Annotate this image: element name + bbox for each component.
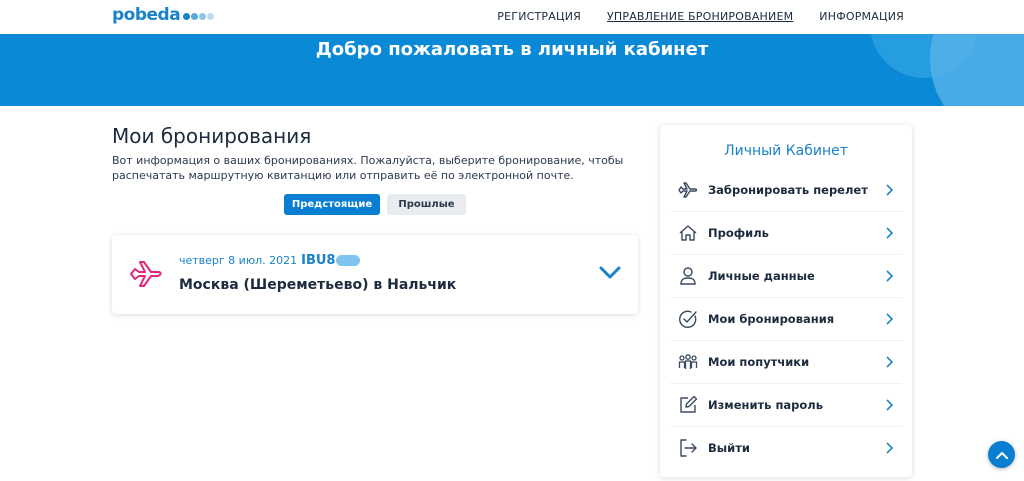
sidebar-item-label: Мои попутчики: [708, 355, 810, 369]
edit-icon: [680, 395, 698, 413]
page-title: Мои бронирования: [112, 124, 312, 148]
user-icon: [680, 267, 696, 285]
booking-code: IBU8: [301, 253, 336, 268]
booking-date: четверг 8 июл. 2021: [179, 254, 298, 267]
home-icon: [679, 225, 697, 241]
page-description: Вот информация о ваших бронированиях. По…: [112, 154, 624, 182]
sidebar-item-profile[interactable]: Профиль: [670, 211, 902, 254]
nav-registration-link[interactable]: РЕГИСТРАЦИЯ: [497, 10, 581, 23]
booking-card[interactable]: четверг 8 июл. 2021 IBU8 Москва (Шеремет…: [112, 235, 638, 314]
sidebar-item-label: Выйти: [708, 441, 750, 455]
welcome-banner: Добро пожаловать в личный кабинет: [0, 34, 1024, 106]
logo-text: pobeda: [112, 5, 181, 25]
group-icon: [678, 354, 698, 369]
tab-past-button[interactable]: Прошлые: [387, 194, 466, 215]
booking-route: Москва (Шереметьево) в Нальчик: [179, 277, 457, 293]
chevron-right-icon: [886, 270, 894, 282]
sidebar-item-my-bookings[interactable]: Мои бронирования: [670, 297, 902, 340]
sidebar-item-book-flight[interactable]: Забронировать перелет: [670, 168, 902, 211]
chevron-right-icon: [886, 399, 894, 411]
nav-manage-booking-link[interactable]: УПРАВЛЕНИЕ БРОНИРОВАНИЕМ: [607, 10, 793, 23]
logo-dots-icon: [182, 13, 215, 20]
chevron-right-icon: [886, 356, 894, 368]
chevron-right-icon: [886, 313, 894, 325]
plane-icon: [130, 261, 162, 287]
chevron-up-icon: [995, 451, 1008, 459]
top-nav: РЕГИСТРАЦИЯ УПРАВЛЕНИЕ БРОНИРОВАНИЕМ ИНФ…: [497, 10, 904, 23]
redacted-code-mask: [336, 255, 361, 266]
site-header: pobeda РЕГИСТРАЦИЯ УПРАВЛЕНИЕ БРОНИРОВАН…: [0, 0, 1024, 34]
account-sidebar: Личный Кабинет Забронировать перелет Про…: [660, 125, 912, 477]
sidebar-item-label: Профиль: [708, 226, 769, 240]
chevron-right-icon: [886, 227, 894, 239]
chevron-right-icon: [886, 183, 894, 196]
chevron-right-icon: [886, 442, 894, 454]
nav-information-link[interactable]: ИНФОРМАЦИЯ: [819, 10, 904, 23]
sidebar-item-label: Изменить пароль: [708, 398, 823, 412]
chevron-down-icon[interactable]: [598, 263, 622, 283]
sidebar-item-companions[interactable]: Мои попутчики: [670, 340, 902, 383]
check-circle-icon: [679, 310, 697, 328]
sidebar-item-change-password[interactable]: Изменить пароль: [670, 383, 902, 426]
sidebar-title: Личный Кабинет: [724, 143, 848, 159]
logout-icon: [680, 439, 697, 457]
pobeda-logo[interactable]: pobeda: [112, 5, 215, 25]
plane-icon: [678, 181, 698, 198]
scroll-to-top-button[interactable]: [988, 441, 1015, 468]
sidebar-item-logout[interactable]: Выйти: [670, 426, 902, 469]
tab-upcoming-button[interactable]: Предстоящие: [284, 194, 380, 215]
banner-title: Добро пожаловать в личный кабинет: [315, 39, 709, 60]
sidebar-item-label: Личные данные: [708, 269, 815, 283]
sidebar-item-label: Мои бронирования: [708, 312, 835, 326]
sidebar-item-label: Забронировать перелет: [708, 182, 868, 197]
sidebar-item-personal-data[interactable]: Личные данные: [670, 254, 902, 297]
booking-date-line: четверг 8 июл. 2021 IBU8: [179, 253, 361, 268]
